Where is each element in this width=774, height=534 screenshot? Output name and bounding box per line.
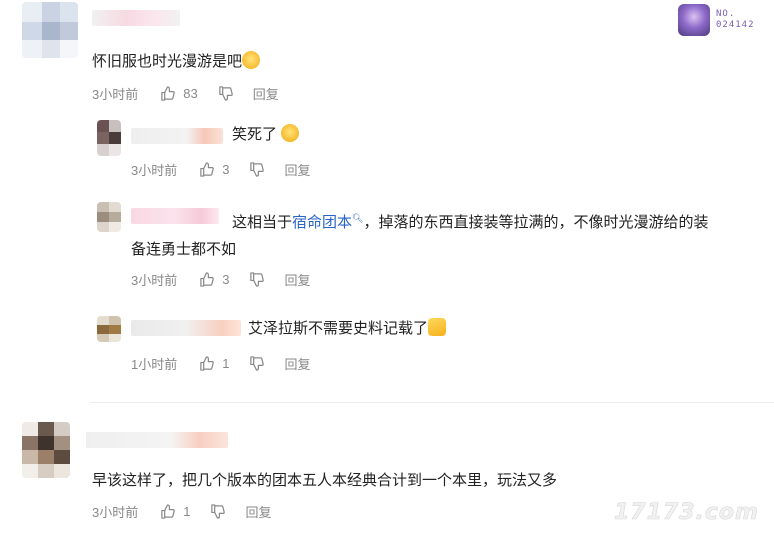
comment-text: 早该这样了，把几个版本的团本五人本经典合计到一个本里，玩法又多 [92, 472, 558, 489]
username[interactable] [131, 128, 223, 144]
thumbs-up-icon [200, 271, 215, 287]
badge-number: 024142 [716, 20, 755, 30]
reply-meta: 3小时前 3 回复 [131, 270, 310, 288]
thumbs-up-icon [161, 503, 176, 519]
comment-meta: 3小时前 1 回复 [92, 502, 271, 520]
thumbs-down-icon [250, 271, 265, 287]
avatar[interactable] [22, 422, 70, 478]
like-count: 83 [183, 85, 198, 101]
thumbs-up-icon [161, 85, 176, 101]
thumbs-up-icon [200, 355, 215, 371]
like-button[interactable]: 1 [199, 356, 229, 371]
dislike-button[interactable] [249, 161, 265, 177]
topic-link[interactable]: 宿命团本🔍︎ [292, 213, 364, 231]
dislike-button[interactable] [249, 271, 265, 287]
reply-meta: 1小时前 1 回复 [131, 354, 310, 372]
like-count: 1 [183, 503, 191, 519]
reply-button[interactable]: 回复 [284, 354, 310, 373]
comment-meta: 3小时前 83 回复 [92, 84, 279, 102]
thumbs-down-icon [250, 355, 265, 371]
dislike-button[interactable] [218, 85, 233, 101]
reply-button[interactable]: 回复 [284, 270, 310, 289]
dislike-button[interactable] [210, 503, 226, 519]
thumbs-down-icon [250, 161, 265, 177]
avatar[interactable] [97, 316, 121, 342]
reply-text: 这相当于宿命团本🔍︎，掉落的东西直接装等拉满的，不像时光漫游给的装 [232, 213, 709, 231]
badge-label: NO. [716, 9, 736, 19]
username[interactable] [131, 320, 241, 336]
timestamp: 3小时前 [131, 272, 178, 288]
like-button[interactable]: 83 [160, 85, 198, 101]
like-button[interactable]: 3 [199, 162, 229, 177]
avatar[interactable] [22, 2, 78, 58]
thumbs-down-icon [218, 85, 233, 101]
search-icon: 🔍︎ [352, 213, 364, 223]
reply-text: 笑死了 [232, 124, 300, 145]
laughing-emoji-icon [242, 51, 261, 69]
like-count: 3 [222, 161, 230, 177]
username[interactable] [131, 208, 219, 224]
timestamp: 3小时前 [92, 504, 139, 520]
laughing-emoji-icon [281, 124, 300, 142]
username[interactable] [86, 432, 228, 448]
thumbs-up-icon [200, 161, 215, 177]
comment-text: 怀旧服也时光漫游是吧 [92, 51, 261, 72]
thumbs-up-emoji-icon [428, 318, 447, 336]
reply-button[interactable]: 回复 [253, 84, 279, 103]
avatar[interactable] [97, 120, 121, 156]
like-count: 1 [222, 355, 230, 371]
reply-text: 艾泽拉斯不需要史料记载了 [248, 318, 447, 339]
reply-text-line2: 备连勇士都不如 [131, 241, 237, 258]
reply-meta: 3小时前 3 回复 [131, 160, 310, 178]
badge-text: NO. 024142 [716, 9, 755, 31]
timestamp: 1小时前 [131, 356, 178, 372]
mascot-avatar-icon [678, 4, 710, 36]
reply-button[interactable]: 回复 [245, 502, 271, 521]
user-badge: NO. 024142 [678, 4, 770, 36]
comment-divider [90, 402, 774, 403]
site-watermark: 17173.com [614, 500, 759, 526]
like-button[interactable]: 1 [160, 504, 190, 519]
thumbs-down-icon [211, 503, 226, 519]
reply-button[interactable]: 回复 [284, 160, 310, 179]
like-button[interactable]: 3 [199, 272, 229, 287]
avatar[interactable] [97, 202, 121, 232]
like-count: 3 [222, 271, 230, 287]
timestamp: 3小时前 [131, 162, 178, 178]
dislike-button[interactable] [249, 355, 265, 371]
username[interactable] [92, 10, 180, 26]
timestamp: 3小时前 [92, 86, 139, 102]
